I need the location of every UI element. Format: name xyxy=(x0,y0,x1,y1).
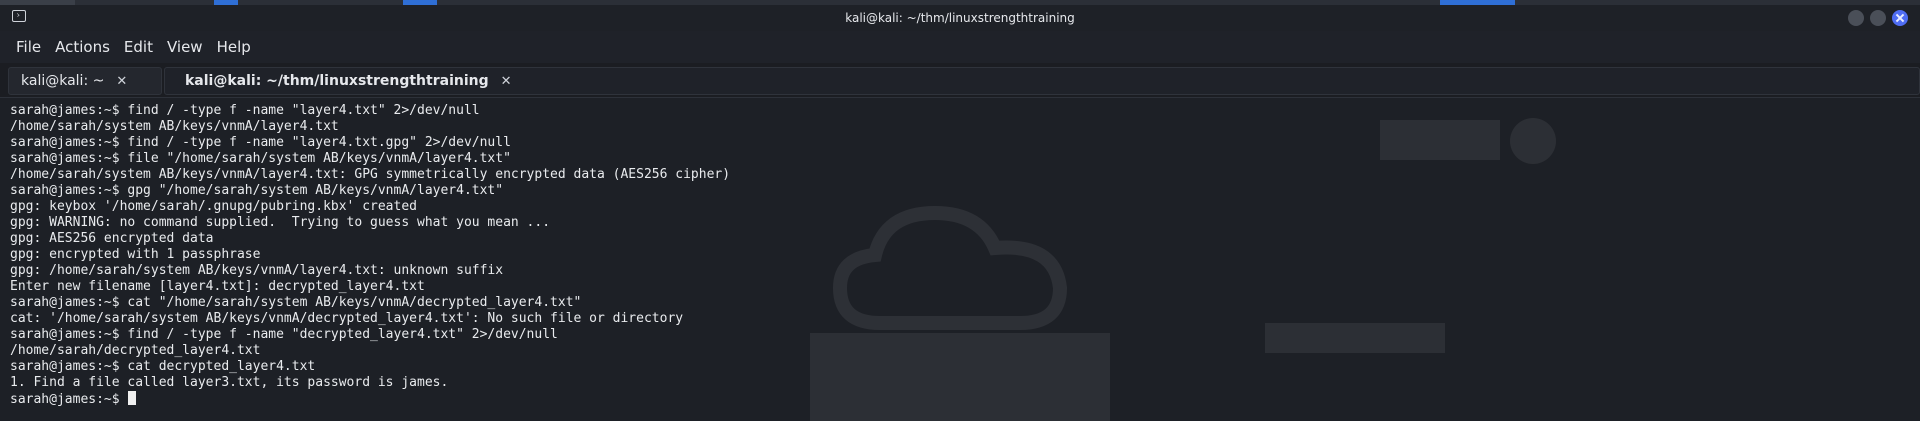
terminal-line: gpg: encrypted with 1 passphrase xyxy=(10,247,261,262)
maximize-button[interactable] xyxy=(1870,10,1886,26)
menu-edit[interactable]: Edit xyxy=(124,38,153,56)
terminal-prompt: sarah@james:~$ xyxy=(10,392,128,407)
terminal-line: sarah@james:~$ file "/home/sarah/system … xyxy=(10,151,511,166)
terminal-line: /home/sarah/system AB/keys/vnmA/layer4.t… xyxy=(10,167,731,182)
background-webpage-bar xyxy=(1380,120,1500,160)
menu-view[interactable]: View xyxy=(167,38,203,56)
terminal-line: gpg: AES256 encrypted data xyxy=(10,231,214,246)
background-cloud-watermark xyxy=(832,205,1068,330)
window-title: kali@kali: ~/thm/linuxstrengthtraining xyxy=(845,11,1075,25)
terminal-line: 1. Find a file called layer3.txt, its pa… xyxy=(10,375,449,390)
tab-linuxstrengthtraining[interactable]: kali@kali: ~/thm/linuxstrengthtraining ✕ xyxy=(164,67,1920,95)
background-avatar xyxy=(1510,118,1556,164)
text-cursor xyxy=(128,391,137,405)
terminal-output[interactable]: sarah@james:~$ find / -type f -name "lay… xyxy=(0,98,1920,421)
terminal-line: /home/sarah/decrypted_layer4.txt xyxy=(10,343,261,358)
window-controls xyxy=(1848,10,1908,26)
terminal-window: kali@kali: ~/thm/linuxstrengthtraining F… xyxy=(0,5,1920,421)
title-bar[interactable]: kali@kali: ~/thm/linuxstrengthtraining xyxy=(0,5,1920,31)
terminal-line: gpg: keybox '/home/sarah/.gnupg/pubring.… xyxy=(10,199,417,214)
menu-help[interactable]: Help xyxy=(217,38,251,56)
terminal-line: sarah@james:~$ cat "/home/sarah/system A… xyxy=(10,295,582,310)
terminal-line: cat: '/home/sarah/system AB/keys/vnmA/de… xyxy=(10,311,684,326)
tab-close-icon[interactable]: ✕ xyxy=(116,74,127,89)
tab-home[interactable]: kali@kali: ~ ✕ xyxy=(8,67,162,95)
terminal-line: /home/sarah/system AB/keys/vnmA/layer4.t… xyxy=(10,119,339,134)
terminal-line: sarah@james:~$ find / -type f -name "lay… xyxy=(10,103,480,118)
background-webpage-bar xyxy=(1265,323,1445,353)
terminal-app-icon xyxy=(12,10,26,22)
menu-actions[interactable]: Actions xyxy=(55,38,110,56)
terminal-prompt-line[interactable]: sarah@james:~$ xyxy=(10,391,137,408)
menu-bar: File Actions Edit View Help xyxy=(0,35,1920,59)
terminal-line: sarah@james:~$ cat decrypted_layer4.txt xyxy=(10,359,316,374)
terminal-line: sarah@james:~$ find / -type f -name "lay… xyxy=(10,135,511,150)
close-button[interactable] xyxy=(1892,10,1908,26)
terminal-line: gpg: WARNING: no command supplied. Tryin… xyxy=(10,215,551,230)
terminal-line: Enter new filename [layer4.txt]: decrypt… xyxy=(10,279,425,294)
tab-label: kali@kali: ~ xyxy=(21,73,105,89)
tab-bar: kali@kali: ~ ✕ kali@kali: ~/thm/linuxstr… xyxy=(0,63,1920,98)
tab-label: kali@kali: ~/thm/linuxstrengthtraining xyxy=(185,73,489,89)
tab-close-icon[interactable]: ✕ xyxy=(501,74,512,89)
terminal-line: sarah@james:~$ gpg "/home/sarah/system A… xyxy=(10,183,504,198)
minimize-button[interactable] xyxy=(1848,10,1864,26)
menu-file[interactable]: File xyxy=(16,38,41,56)
terminal-line: gpg: /home/sarah/system AB/keys/vnmA/lay… xyxy=(10,263,504,278)
terminal-line: sarah@james:~$ find / -type f -name "dec… xyxy=(10,327,558,342)
background-webpage-panel xyxy=(810,333,1110,421)
